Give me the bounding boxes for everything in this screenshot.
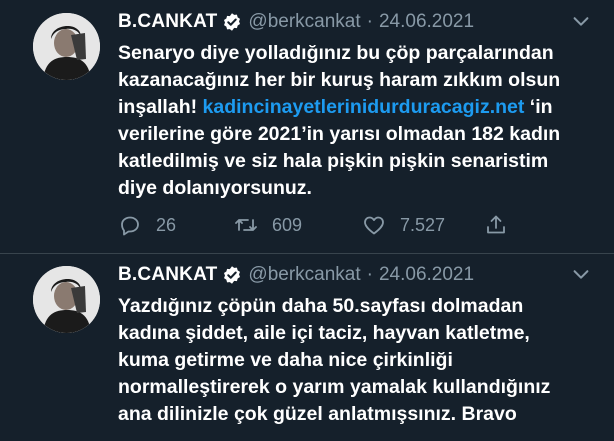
display-name[interactable]: B.CANKAT bbox=[118, 264, 217, 286]
chevron-down-icon[interactable] bbox=[570, 263, 592, 285]
tweet-text-line: normalleştirerek o yarım yamalak kulland… bbox=[118, 376, 551, 398]
share-button[interactable] bbox=[484, 210, 522, 240]
retweet-button[interactable]: 609 bbox=[234, 210, 302, 240]
tweet-text-line: kazanacağınız her bir kuruş haram zıkkım… bbox=[118, 69, 561, 91]
avatar[interactable] bbox=[33, 13, 100, 80]
share-icon bbox=[487, 215, 505, 234]
tweet-header: B.CANKAT @berkcankat · 24.06.2021 bbox=[118, 10, 474, 34]
tweet-text: Senaryo diye yolladığınız bu çöp parçala… bbox=[118, 40, 598, 202]
tweet-header: B.CANKAT @berkcankat · 24.06.2021 bbox=[118, 263, 474, 287]
separator-dot: · bbox=[366, 11, 373, 32]
tweet[interactable]: B.CANKAT @berkcankat · 24.06.2021 Yazdığ… bbox=[0, 253, 614, 441]
handle[interactable]: @berkcankat bbox=[248, 264, 360, 286]
tweet-text-line: diye dolanıyorsunuz. bbox=[118, 177, 312, 199]
tweet-text-line: katledilmiş ve siz hala pişkin pişkin se… bbox=[118, 150, 549, 172]
chevron-down-icon[interactable] bbox=[570, 10, 592, 32]
tweet-text-line: kadına şiddet, aile içi taciz, hayvan ka… bbox=[118, 322, 530, 344]
separator-dot: · bbox=[366, 264, 373, 285]
tweet-text: Yazdığınız çöpün daha 50.sayfası dolmada… bbox=[118, 293, 598, 428]
reply-count: 26 bbox=[156, 214, 177, 235]
tweet[interactable]: B.CANKAT @berkcankat · 24.06.2021 Senary… bbox=[0, 0, 614, 253]
tweet-text-fragment: inşallah! bbox=[118, 96, 203, 118]
avatar-photo-icon bbox=[33, 266, 100, 333]
tweet-text-line: kuma getirme ve daha nice çirkinliği bbox=[118, 349, 453, 371]
retweet-count: 609 bbox=[272, 214, 303, 235]
retweet-icon bbox=[235, 219, 257, 231]
tweet-text-fragment: ‘in bbox=[524, 96, 553, 118]
tweet-date[interactable]: 24.06.2021 bbox=[379, 11, 474, 33]
reply-icon bbox=[121, 216, 139, 236]
tweet-text-line: Senaryo diye yolladığınız bu çöp parçala… bbox=[118, 42, 554, 64]
tweet-text-line: verilerine göre 2021’in yarısı olmadan 1… bbox=[118, 123, 561, 145]
tweet-text-line: inşallah! kadincinayetlerinidurduracagiz… bbox=[118, 94, 598, 121]
like-count: 7.527 bbox=[400, 214, 446, 235]
tweet-link[interactable]: kadincinayetlerinidurduracagiz.net bbox=[203, 96, 525, 118]
verified-badge-icon bbox=[222, 265, 242, 285]
reply-button[interactable]: 26 bbox=[118, 210, 176, 240]
verified-badge-icon bbox=[222, 12, 242, 32]
heart-icon bbox=[364, 216, 384, 235]
viewport-edge bbox=[0, 432, 614, 441]
tweet-date[interactable]: 24.06.2021 bbox=[379, 264, 474, 286]
tweet-text-line: Yazdığınız çöpün daha 50.sayfası dolmada… bbox=[118, 295, 524, 317]
display-name[interactable]: B.CANKAT bbox=[118, 11, 217, 33]
tweet-text-line: ana dilinizle çok güzel anlatmışsınız. B… bbox=[118, 403, 517, 425]
avatar-photo-icon bbox=[33, 13, 100, 80]
like-button[interactable]: 7.527 bbox=[362, 210, 445, 240]
handle[interactable]: @berkcankat bbox=[248, 11, 360, 33]
avatar[interactable] bbox=[33, 266, 100, 333]
tweet-actions: 26 609 7.527 bbox=[118, 210, 538, 240]
